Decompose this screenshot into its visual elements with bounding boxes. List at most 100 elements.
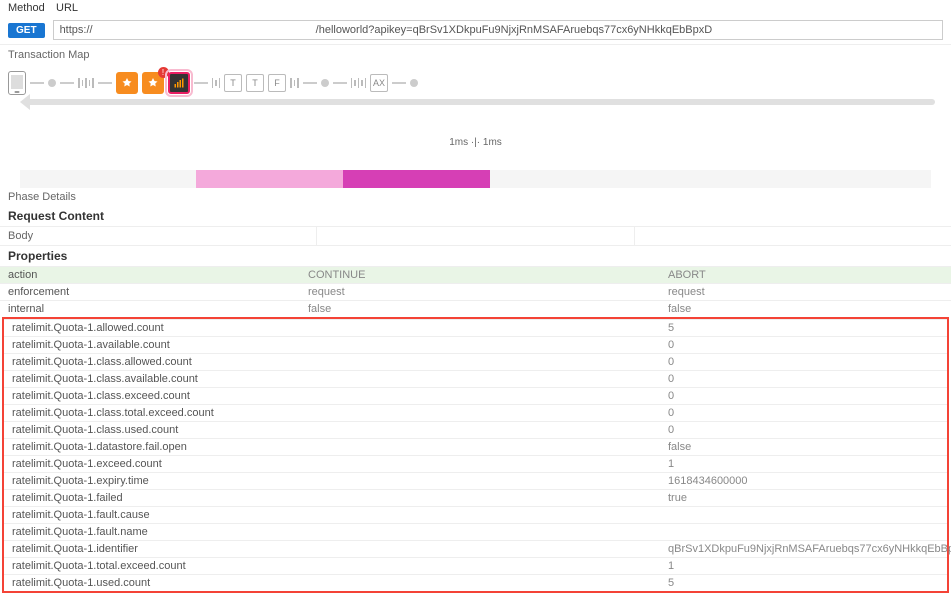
prop-name: ratelimit.Quota-1.expiry.time [4,473,300,489]
flow-bars-icon [351,78,367,88]
property-row[interactable]: ratelimit.Quota-1.available.count 0 [4,336,947,353]
timing-label: 1ms ·|· 1ms [0,135,951,150]
property-row[interactable]: ratelimit.Quota-1.used.count 5 [4,574,947,591]
prop-col2 [300,320,660,336]
flow-dot[interactable] [321,79,329,87]
condition-box[interactable]: T [246,74,264,92]
prop-col3: ABORT [660,267,951,283]
prop-name: ratelimit.Quota-1.class.used.count [4,422,300,438]
prop-value: 0 [660,371,947,387]
condition-box[interactable]: F [268,74,286,92]
prop-col2 [300,371,660,387]
prop-name: action [0,267,300,283]
body-row: Body [0,226,951,245]
property-row[interactable]: ratelimit.Quota-1.total.exceed.count 1 [4,557,947,574]
prop-name: ratelimit.Quota-1.class.allowed.count [4,354,300,370]
prop-name: ratelimit.Quota-1.used.count [4,575,300,591]
property-row[interactable]: ratelimit.Quota-1.fault.cause [4,506,947,523]
property-row[interactable]: ratelimit.Quota-1.identifierqBrSv1XDkpuF… [4,540,947,557]
url-input[interactable] [53,20,943,40]
prop-name: ratelimit.Quota-1.fault.cause [4,507,300,523]
prop-col3: false [660,301,951,317]
prop-col2 [300,354,660,370]
property-row[interactable]: ratelimit.Quota-1.class.exceed.count 0 [4,387,947,404]
prop-col2 [300,405,660,421]
prop-name: ratelimit.Quota-1.exceed.count [4,456,300,472]
property-row[interactable]: ratelimit.Quota-1.class.allowed.count 0 [4,353,947,370]
condition-box[interactable]: T [224,74,242,92]
highlighted-properties: ratelimit.Quota-1.allowed.count5ratelimi… [2,317,949,593]
return-arrow-icon [26,99,935,123]
prop-value: 5 [660,575,947,591]
prop-name: ratelimit.Quota-1.class.total.exceed.cou… [4,405,300,421]
prop-value [660,524,947,540]
property-row[interactable]: ratelimit.Quota-1.expiry.time 16184346000… [4,472,947,489]
policy-verify-apikey-2-icon[interactable]: ! [142,72,164,94]
prop-col2: false [300,301,660,317]
prop-value: true [660,490,947,506]
property-row[interactable]: ratelimit.Quota-1.class.used.count0 [4,421,947,438]
request-bar: GET [0,16,951,44]
prop-col3: request [660,284,951,300]
prop-name: ratelimit.Quota-1.class.available.count [4,371,300,387]
method-badge[interactable]: GET [8,23,45,38]
prop-name: ratelimit.Quota-1.available.count [4,337,300,353]
client-device-icon [8,71,26,95]
property-row[interactable]: ratelimit.Quota-1.exceed.count 1 [4,455,947,472]
property-row[interactable]: ratelimit.Quota-1.allowed.count 5 [4,319,947,336]
prop-value: false [660,439,947,455]
prop-name: ratelimit.Quota-1.failed [4,490,300,506]
prop-col2 [300,456,660,472]
transaction-map-title: Transaction Map [0,44,951,65]
flow-bars-icon [212,78,221,88]
prop-col2 [300,507,660,523]
properties-header: Properties [0,245,951,266]
error-badge-icon: ! [158,67,169,78]
property-row[interactable]: ratelimit.Quota-1.fault.name [4,523,947,540]
flow-bars-icon [290,78,299,88]
prop-name: ratelimit.Quota-1.total.exceed.count [4,558,300,574]
prop-col2 [300,558,660,574]
prop-col2 [300,439,660,455]
property-row[interactable]: ratelimit.Quota-1.datastore.fail.open fal… [4,438,947,455]
prop-name: ratelimit.Quota-1.identifier [4,541,300,557]
url-label: URL [56,2,78,14]
flow-bars-icon [78,78,94,88]
flow-dot[interactable] [48,79,56,87]
timeline[interactable] [0,170,951,188]
prop-col2 [300,490,660,506]
request-content-header: Request Content [0,206,951,226]
method-label: Method [8,2,48,14]
prop-col2 [300,337,660,353]
prop-value: 0 [660,388,947,404]
prop-value: 5 [660,320,947,336]
prop-value: 1 [660,558,947,574]
prop-name: ratelimit.Quota-1.class.exceed.count [4,388,300,404]
prop-name: ratelimit.Quota-1.allowed.count [4,320,300,336]
phase-details-title: Phase Details [0,188,951,206]
prop-col2: CONTINUE [300,267,660,283]
policy-verify-apikey-icon[interactable] [116,72,138,94]
prop-value: 1618434600000 [660,473,947,489]
policy-quota-icon[interactable] [168,72,190,94]
prop-value: 0 [660,405,947,421]
prop-name: ratelimit.Quota-1.fault.name [4,524,300,540]
property-row[interactable]: ratelimit.Quota-1.class.total.exceed.cou… [4,404,947,421]
prop-value: 0 [660,354,947,370]
property-row[interactable]: ratelimit.Quota-1.failed true [4,489,947,506]
transaction-map: ! T T F AX [0,65,951,135]
prop-col2 [300,388,660,404]
prop-value: 1 [660,456,947,472]
property-row[interactable]: ratelimit.Quota-1.class.available.count 0 [4,370,947,387]
property-row[interactable]: actionCONTINUEABORT [0,266,951,283]
prop-name: ratelimit.Quota-1.datastore.fail.open [4,439,300,455]
body-label: Body [0,227,317,245]
property-row[interactable]: internalfalsefalse [0,300,951,317]
flow-dot[interactable] [410,79,418,87]
prop-name: internal [0,301,300,317]
property-row[interactable]: enforcementrequestrequest [0,283,951,300]
ax-box[interactable]: AX [370,74,388,92]
prop-col2: request [300,284,660,300]
prop-name: enforcement [0,284,300,300]
prop-value: 0 [660,337,947,353]
